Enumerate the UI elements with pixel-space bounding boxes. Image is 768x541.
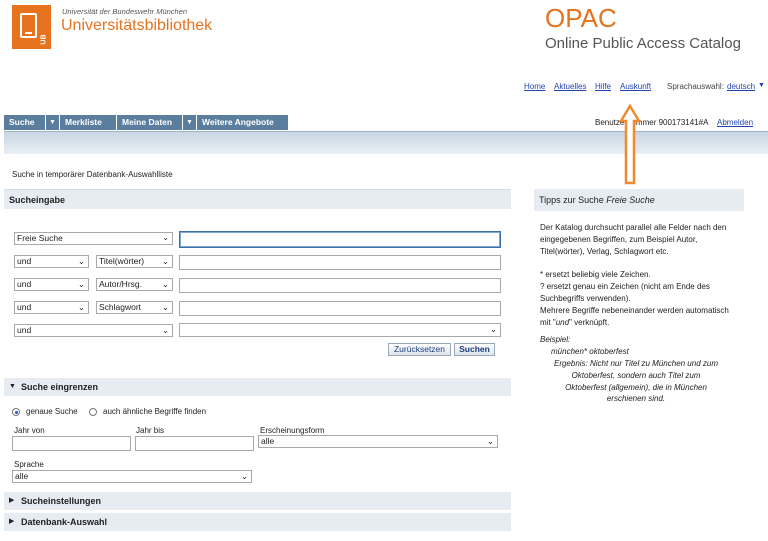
link-hilfe[interactable]: Hilfe xyxy=(595,82,611,91)
db-section-header[interactable]: ▶ Datenbank-Auswahl xyxy=(4,513,511,531)
radio-exact-label: genaue Suche xyxy=(26,407,78,416)
field-select-3[interactable]: Autor/Hrsg. ⌄ xyxy=(96,278,173,291)
nav-suche[interactable]: Suche xyxy=(4,115,46,130)
year-to-input[interactable] xyxy=(135,436,254,451)
field-select-5[interactable]: ⌄ xyxy=(179,323,501,337)
tips-and-post: " verknüpft. xyxy=(569,317,610,327)
nav-weitere-angebote[interactable]: Weitere Angebote xyxy=(197,115,289,130)
operator-value: und xyxy=(17,256,32,266)
nav-meine-daten[interactable]: Meine Daten xyxy=(117,115,183,130)
form-select[interactable]: alle ⌄ xyxy=(258,435,498,448)
chevron-down-icon: ⌄ xyxy=(161,302,169,312)
chevron-down-icon: ⌄ xyxy=(240,471,248,481)
triangle-down-icon: ▼ xyxy=(9,383,16,390)
db-section-title: Datenbank-Auswahl xyxy=(21,517,108,527)
tips-wildcard-question: ? ersetzt genau ein Zeichen (nicht am En… xyxy=(540,282,710,303)
radio-similar-label: auch ähnliche Begriffe finden xyxy=(103,407,207,416)
field-select-value: Autor/Hrsg. xyxy=(99,279,142,289)
language-filter-select[interactable]: alle ⌄ xyxy=(12,470,252,483)
tips-header: Tipps zur Suche Freie Suche xyxy=(534,189,744,211)
triangle-right-icon: ▶ xyxy=(9,518,15,525)
form-select-value: alle xyxy=(261,436,275,446)
search-section-header: Sucheingabe xyxy=(4,189,511,209)
form-label: Erscheinungsform xyxy=(260,426,325,435)
triangle-right-icon: ▶ xyxy=(9,497,15,504)
settings-section-header[interactable]: ▶ Sucheinstellungen xyxy=(4,492,511,510)
chevron-down-icon: ⌄ xyxy=(161,256,169,266)
limit-section-title: Suche eingrenzen xyxy=(21,382,99,392)
language-filter-label: Sprache xyxy=(14,460,44,469)
temporary-db-note: Suche in temporärer Datenbank-Auswahllis… xyxy=(12,170,173,179)
operator-value: und xyxy=(17,325,32,335)
operator-select-2[interactable]: und ⌄ xyxy=(14,255,89,268)
radio-exact[interactable] xyxy=(12,408,20,416)
tips-and-em: und xyxy=(555,317,570,327)
radio-similar[interactable] xyxy=(89,408,97,416)
chevron-down-icon: ⌄ xyxy=(486,436,494,446)
chevron-down-icon[interactable]: ▼ xyxy=(46,115,60,130)
logout-link[interactable]: Abmelden xyxy=(717,118,753,127)
operator-select-5[interactable]: und ⌄ xyxy=(14,324,173,337)
tips-body: Der Katalog durchsucht parallel alle Fel… xyxy=(540,222,740,405)
library-name: Universitätsbibliothek xyxy=(61,17,213,34)
search-input-1[interactable] xyxy=(179,231,501,248)
chevron-down-icon: ⌄ xyxy=(161,325,169,335)
user-number: Benutzernummer 900173141#A xyxy=(595,118,709,127)
operator-value: und xyxy=(17,302,32,312)
reset-button[interactable]: Zurücksetzen xyxy=(388,343,451,356)
chevron-down-icon: ⌄ xyxy=(77,256,85,266)
search-input-2[interactable] xyxy=(179,255,501,270)
chevron-down-icon: ⌄ xyxy=(77,279,85,289)
tips-title: Tipps zur Suche xyxy=(539,195,607,205)
nav-merkliste[interactable]: Merkliste xyxy=(60,115,117,130)
operator-select-4[interactable]: und ⌄ xyxy=(14,301,89,314)
tips-title-em: Freie Suche xyxy=(606,195,655,205)
settings-section-title: Sucheinstellungen xyxy=(21,496,102,506)
tips-wildcard-star: * ersetzt beliebig viele Zeichen. xyxy=(540,270,651,280)
language-select[interactable]: deutsch xyxy=(727,82,755,91)
limit-section-header[interactable]: ▼ Suche eingrenzen xyxy=(4,378,511,396)
library-logo: UB xyxy=(12,5,51,49)
chevron-down-icon: ⌄ xyxy=(77,302,85,312)
university-name: Universität der Bundeswehr München xyxy=(62,7,188,16)
chevron-down-icon: ⌄ xyxy=(489,324,497,334)
search-input-3[interactable] xyxy=(179,278,501,293)
language-label: Sprachauswahl: xyxy=(667,82,724,91)
book-icon xyxy=(20,13,37,38)
tips-example-label: Beispiel: xyxy=(540,335,571,345)
language-filter-value: alle xyxy=(15,471,29,481)
chevron-down-icon: ⌄ xyxy=(161,279,169,289)
header-band xyxy=(4,132,768,154)
tips-example-result: Ergebnis: Nicht nur Titel zu München und… xyxy=(553,358,718,404)
operator-value: und xyxy=(17,279,32,289)
field-select-value: Schlagwort xyxy=(99,302,142,312)
field-select-2[interactable]: Titel(wörter) ⌄ xyxy=(96,255,173,268)
search-button[interactable]: Suchen xyxy=(454,343,495,356)
search-input-4[interactable] xyxy=(179,301,501,316)
logo-text: UB xyxy=(40,34,48,45)
field-select-1[interactable]: Freie Suche ⌄ xyxy=(14,232,173,245)
year-to-label: Jahr bis xyxy=(136,426,165,435)
link-auskunft[interactable]: Auskunft xyxy=(620,82,651,91)
link-home[interactable]: Home xyxy=(524,82,545,91)
year-from-label: Jahr von xyxy=(14,426,45,435)
tips-paragraph: Der Katalog durchsucht parallel alle Fel… xyxy=(540,223,727,256)
tips-example-query: münchen* oktoberfest xyxy=(551,347,629,357)
chevron-down-icon[interactable]: ▼ xyxy=(758,82,765,89)
link-aktuelles[interactable]: Aktuelles xyxy=(554,82,586,91)
field-select-value: Titel(wörter) xyxy=(99,256,145,266)
arrow-annotation-icon xyxy=(619,104,641,185)
field-select-4[interactable]: Schlagwort ⌄ xyxy=(96,301,173,314)
opac-subtitle: Online Public Access Catalog xyxy=(545,35,741,52)
chevron-down-icon[interactable]: ▼ xyxy=(183,115,197,130)
year-from-input[interactable] xyxy=(12,436,131,451)
opac-title: OPAC xyxy=(545,3,617,33)
operator-select-3[interactable]: und ⌄ xyxy=(14,278,89,291)
field-select-value: Freie Suche xyxy=(17,233,63,243)
tips-and-note: Mehrere Begriffe nebeneinander werden au… xyxy=(540,305,740,329)
chevron-down-icon: ⌄ xyxy=(162,233,169,242)
